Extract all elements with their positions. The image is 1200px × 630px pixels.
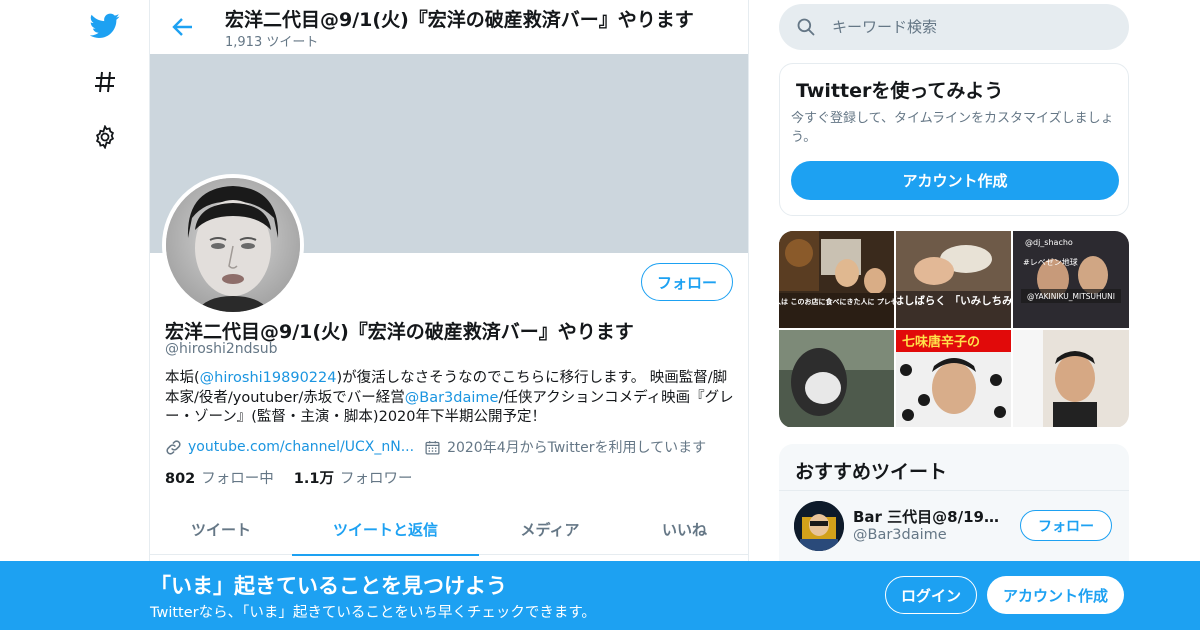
bio-mention-link[interactable]: @Bar3daime (405, 390, 499, 406)
header-title: 宏洋二代目@9/1(火)『宏洋の破産救済バー』やります (225, 9, 694, 31)
media-thumbnail[interactable]: 七味唐辛子の (896, 330, 1011, 427)
follow-stats: 802 フォロー中 1.1万 フォロワー (165, 467, 432, 488)
profile-tabs: ツイート ツイートと返信 メディア いいね (150, 503, 748, 556)
media-caption: この七味欲しい人は このお店に食べにきた人に プレゼントするらしい (779, 297, 894, 306)
following-count: 802 (165, 471, 196, 487)
profile-avatar[interactable] (162, 174, 304, 316)
signup-description: 今すぐ登録して、タイムラインをカスタマイズしましょう。 (791, 111, 1114, 145)
followers-label: フォロワー (339, 471, 413, 487)
calendar-icon (425, 440, 440, 455)
recommended-user-handle: @Bar3daime (853, 527, 947, 543)
hashtag-icon[interactable] (88, 65, 122, 99)
media-thumbnail[interactable]: この七味欲しい人は このお店に食べにきた人に プレゼントするらしい (779, 231, 894, 328)
tab-likes[interactable]: いいね (621, 503, 748, 555)
bio-mention-link[interactable]: @hiroshi19890224 (200, 370, 337, 386)
website-link[interactable]: youtube.com/channel/UCX_nN... (165, 439, 414, 456)
search-icon (797, 18, 815, 36)
media-caption: この店ではしばらく 「いみしちみ」使い放 (896, 294, 1011, 307)
bottom-bar-subtitle: Twitterなら、「いま」起きていることをいち早くチェックできます。 (150, 605, 596, 621)
bio-text: 本垢( (165, 370, 200, 386)
bottom-bar-title: 「いま」起きていることを見つけよう (150, 574, 507, 598)
website-text[interactable]: youtube.com/channel/UCX_nN... (188, 439, 414, 455)
search-input[interactable] (832, 18, 1092, 36)
recommended-user-name[interactable]: Bar 三代目@8/19し… (853, 506, 1003, 527)
signup-title: Twitterを使ってみよう (796, 80, 1004, 102)
followers-count: 1.1万 (293, 471, 334, 487)
profile-column: 宏洋二代目@9/1(火)『宏洋の破産救済バー』やります 1,913 ツイート フ… (149, 0, 749, 630)
followers-stat[interactable]: 1.1万 フォロワー (294, 467, 413, 488)
media-grid: この七味欲しい人は このお店に食べにきた人に プレゼントするらしい この店ではし… (779, 231, 1129, 428)
search-box[interactable] (779, 4, 1129, 50)
tab-media[interactable]: メディア (479, 503, 621, 555)
recommended-title: おすすめツイート (795, 461, 948, 483)
following-label: フォロー中 (201, 471, 274, 487)
media-caption: @YAKINIKU_MITSUHUNI (1027, 292, 1115, 301)
media-thumbnail[interactable] (1013, 330, 1129, 427)
profile-name: 宏洋二代目@9/1(火)『宏洋の破産救済バー』やります (165, 321, 634, 343)
profile-bio: 本垢(@hiroshi19890224)が復活しなさそうなのでこちらに移行します… (165, 369, 737, 428)
login-button[interactable]: ログイン (885, 576, 977, 614)
profile-header-bar: 宏洋二代目@9/1(火)『宏洋の破産救済バー』やります 1,913 ツイート (150, 0, 748, 54)
recommended-avatar[interactable] (794, 501, 844, 551)
profile-handle: @hiroshi2ndsub (165, 341, 278, 357)
gear-icon[interactable] (88, 120, 122, 154)
tab-tweets[interactable]: ツイート (150, 503, 292, 555)
media-thumbnail[interactable]: #レベゼン地球 @dj_shacho @YAKINIKU_MITSUHUNI (1013, 231, 1129, 328)
bottom-signup-bar: 「いま」起きていることを見つけよう Twitterなら、「いま」起きていることを… (0, 561, 1200, 630)
signup-card: Twitterを使ってみよう 今すぐ登録して、タイムラインをカスタマイズしましょ… (779, 63, 1129, 216)
media-thumbnail[interactable]: この店ではしばらく 「いみしちみ」使い放 (896, 231, 1011, 328)
media-thumbnail[interactable] (779, 330, 894, 427)
recommended-follow-button[interactable]: フォロー (1020, 510, 1112, 541)
tab-tweets-and-replies[interactable]: ツイートと返信 (292, 503, 479, 556)
media-caption: 七味唐辛子の (902, 334, 980, 350)
profile-meta: youtube.com/channel/UCX_nN... 2020年4月からT… (165, 436, 737, 458)
back-arrow-icon[interactable] (166, 10, 200, 44)
link-icon (166, 439, 181, 455)
media-caption: #レベゼン地球 (1023, 257, 1078, 267)
create-account-button[interactable]: アカウント作成 (791, 161, 1119, 200)
recommended-user[interactable]: Bar 三代目@8/19し… @Bar3daime フォロー (779, 490, 1129, 560)
tweet-count: 1,913 ツイート (225, 35, 319, 50)
joined-text: 2020年4月からTwitterを利用しています (447, 440, 707, 456)
joined-date: 2020年4月からTwitterを利用しています (424, 437, 706, 457)
left-nav (0, 0, 150, 630)
following-stat[interactable]: 802 フォロー中 (165, 467, 274, 488)
twitter-logo-icon[interactable] (88, 9, 122, 43)
bottom-signup-button[interactable]: アカウント作成 (987, 576, 1124, 614)
follow-button[interactable]: フォロー (641, 263, 733, 301)
media-caption: @dj_shacho (1025, 238, 1073, 247)
